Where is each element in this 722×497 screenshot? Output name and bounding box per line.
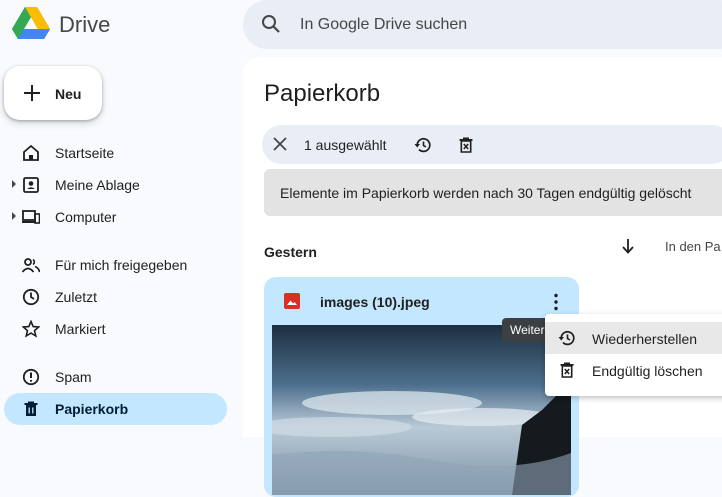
search-bar[interactable]: In Google Drive suchen xyxy=(243,0,722,49)
page-title: Papierkorb xyxy=(264,80,381,107)
trash-notice-text: Elemente im Papierkorb werden nach 30 Ta… xyxy=(280,185,692,201)
clock-icon xyxy=(22,288,40,306)
close-icon[interactable] xyxy=(273,137,287,151)
restore-icon[interactable] xyxy=(414,136,432,154)
sidebar-item-shared[interactable]: Für mich freigegeben xyxy=(4,249,227,281)
my-drive-icon xyxy=(23,177,39,193)
sidebar-item-label: Startseite xyxy=(55,145,115,161)
menu-item-label: Endgültig löschen xyxy=(592,363,703,379)
new-button[interactable]: Neu xyxy=(4,66,102,120)
sidebar-item-spam[interactable]: Spam xyxy=(4,361,227,393)
file-card[interactable]: images (10).jpeg xyxy=(264,277,579,497)
new-button-label: Neu xyxy=(55,86,82,102)
selection-count: 1 ausgewählt xyxy=(304,137,387,153)
search-icon[interactable] xyxy=(261,14,281,34)
home-icon xyxy=(23,144,39,161)
sidebar-item-label: Computer xyxy=(55,209,117,225)
sidebar-item-recent[interactable]: Zuletzt xyxy=(4,281,227,313)
brand-name: Drive xyxy=(59,12,111,37)
selection-toolbar: 1 ausgewählt xyxy=(262,125,722,164)
sidebar-item-starred[interactable]: Markiert xyxy=(4,313,227,345)
trash-icon xyxy=(24,401,38,416)
sort-label[interactable]: In den Pa xyxy=(665,239,721,254)
tooltip: Weiter xyxy=(502,318,550,342)
menu-item-delete-forever[interactable]: Endgültig löschen xyxy=(545,354,722,386)
context-menu: Wiederherstellen Endgültig löschen xyxy=(545,314,722,396)
sidebar-item-label: Meine Ablage xyxy=(55,177,140,193)
sidebar-item-computer[interactable]: Computer xyxy=(4,201,227,233)
delete-forever-icon[interactable] xyxy=(457,136,475,154)
search-input[interactable]: In Google Drive suchen xyxy=(300,16,467,34)
file-thumbnail xyxy=(272,325,571,495)
sidebar-item-label: Markiert xyxy=(55,321,106,337)
sort-direction-arrow-icon[interactable] xyxy=(620,237,636,255)
more-vert-icon[interactable] xyxy=(554,293,558,311)
sidebar-item-label: Papierkorb xyxy=(55,401,129,417)
file-name: images (10).jpeg xyxy=(320,294,430,310)
menu-item-restore[interactable]: Wiederherstellen xyxy=(545,322,722,354)
shared-icon xyxy=(22,258,40,273)
sidebar-item-label: Spam xyxy=(55,369,92,385)
delete-forever-icon xyxy=(560,362,574,378)
sidebar-item-home[interactable]: Startseite xyxy=(4,137,227,169)
tooltip-text: Weiter xyxy=(510,323,545,337)
star-icon xyxy=(22,320,40,338)
sidebar-item-label: Für mich freigegeben xyxy=(55,257,188,273)
image-file-icon xyxy=(284,293,300,309)
drive-logo[interactable] xyxy=(12,7,50,41)
spam-icon xyxy=(22,368,40,386)
sidebar-item-trash[interactable]: Papierkorb xyxy=(4,393,227,425)
group-label: Gestern xyxy=(264,244,317,260)
menu-item-label: Wiederherstellen xyxy=(592,331,698,347)
trash-notice-banner: Elemente im Papierkorb werden nach 30 Ta… xyxy=(264,169,722,216)
plus-icon xyxy=(24,85,40,101)
expand-caret-icon[interactable] xyxy=(12,180,16,188)
expand-caret-icon[interactable] xyxy=(12,212,16,220)
computer-icon xyxy=(22,210,40,224)
sidebar-item-label: Zuletzt xyxy=(55,289,98,305)
restore-icon xyxy=(558,330,575,346)
sidebar-item-my-drive[interactable]: Meine Ablage xyxy=(4,169,227,201)
